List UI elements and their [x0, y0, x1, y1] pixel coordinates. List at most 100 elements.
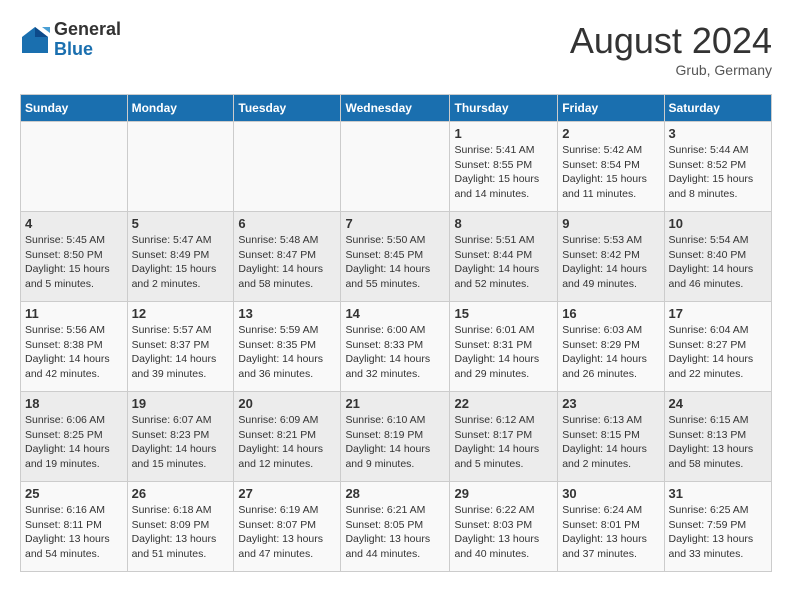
weekday-header-thursday: Thursday: [450, 95, 558, 122]
calendar-cell: 10 Sunrise: 5:54 AM Sunset: 8:40 PM Dayli…: [664, 212, 771, 302]
calendar-cell: 30 Sunrise: 6:24 AM Sunset: 8:01 PM Dayli…: [558, 482, 664, 572]
day-number: 30: [562, 486, 659, 501]
calendar-cell: 23 Sunrise: 6:13 AM Sunset: 8:15 PM Dayli…: [558, 392, 664, 482]
logo-text: General Blue: [54, 20, 121, 60]
day-number: 23: [562, 396, 659, 411]
day-detail: Sunrise: 6:24 AM Sunset: 8:01 PM Dayligh…: [562, 503, 659, 562]
day-detail: Sunrise: 6:12 AM Sunset: 8:17 PM Dayligh…: [454, 413, 553, 472]
day-detail: Sunrise: 6:03 AM Sunset: 8:29 PM Dayligh…: [562, 323, 659, 382]
day-detail: Sunrise: 6:07 AM Sunset: 8:23 PM Dayligh…: [132, 413, 230, 472]
day-number: 21: [345, 396, 445, 411]
day-number: 16: [562, 306, 659, 321]
day-detail: Sunrise: 5:50 AM Sunset: 8:45 PM Dayligh…: [345, 233, 445, 292]
day-detail: Sunrise: 6:19 AM Sunset: 8:07 PM Dayligh…: [238, 503, 336, 562]
weekday-header-monday: Monday: [127, 95, 234, 122]
day-number: 3: [669, 126, 767, 141]
logo-blue-text: Blue: [54, 40, 121, 60]
day-detail: Sunrise: 6:04 AM Sunset: 8:27 PM Dayligh…: [669, 323, 767, 382]
month-year-title: August 2024: [570, 20, 772, 62]
calendar-cell: 25Sunrise: 6:16 AM Sunset: 8:11 PM Dayli…: [21, 482, 128, 572]
day-detail: Sunrise: 6:09 AM Sunset: 8:21 PM Dayligh…: [238, 413, 336, 472]
calendar-week-row: 25Sunrise: 6:16 AM Sunset: 8:11 PM Dayli…: [21, 482, 772, 572]
page-header: General Blue August 2024 Grub, Germany: [20, 20, 772, 78]
calendar-cell: 12Sunrise: 5:57 AM Sunset: 8:37 PM Dayli…: [127, 302, 234, 392]
calendar-cell: [234, 122, 341, 212]
day-detail: Sunrise: 6:00 AM Sunset: 8:33 PM Dayligh…: [345, 323, 445, 382]
day-detail: Sunrise: 6:25 AM Sunset: 7:59 PM Dayligh…: [669, 503, 767, 562]
day-number: 17: [669, 306, 767, 321]
calendar-cell: 9 Sunrise: 5:53 AM Sunset: 8:42 PM Daylig…: [558, 212, 664, 302]
calendar-cell: 15 Sunrise: 6:01 AM Sunset: 8:31 PM Dayli…: [450, 302, 558, 392]
weekday-header-wednesday: Wednesday: [341, 95, 450, 122]
title-block: August 2024 Grub, Germany: [570, 20, 772, 78]
day-number: 10: [669, 216, 767, 231]
day-number: 28: [345, 486, 445, 501]
calendar-cell: [341, 122, 450, 212]
day-number: 19: [132, 396, 230, 411]
day-detail: Sunrise: 6:06 AM Sunset: 8:25 PM Dayligh…: [25, 413, 123, 472]
calendar-cell: 13Sunrise: 5:59 AM Sunset: 8:35 PM Dayli…: [234, 302, 341, 392]
day-number: 15: [454, 306, 553, 321]
calendar-cell: 5Sunrise: 5:47 AM Sunset: 8:49 PM Daylig…: [127, 212, 234, 302]
day-detail: Sunrise: 5:54 AM Sunset: 8:40 PM Dayligh…: [669, 233, 767, 292]
day-detail: Sunrise: 6:10 AM Sunset: 8:19 PM Dayligh…: [345, 413, 445, 472]
day-detail: Sunrise: 5:45 AM Sunset: 8:50 PM Dayligh…: [25, 233, 123, 292]
day-number: 22: [454, 396, 553, 411]
calendar-table: SundayMondayTuesdayWednesdayThursdayFrid…: [20, 94, 772, 572]
calendar-cell: 7 Sunrise: 5:50 AM Sunset: 8:45 PM Daylig…: [341, 212, 450, 302]
calendar-cell: 4 Sunrise: 5:45 AM Sunset: 8:50 PM Daylig…: [21, 212, 128, 302]
calendar-cell: 27 Sunrise: 6:19 AM Sunset: 8:07 PM Dayli…: [234, 482, 341, 572]
day-detail: Sunrise: 6:01 AM Sunset: 8:31 PM Dayligh…: [454, 323, 553, 382]
calendar-cell: 8Sunrise: 5:51 AM Sunset: 8:44 PM Daylig…: [450, 212, 558, 302]
day-detail: Sunrise: 6:18 AM Sunset: 8:09 PM Dayligh…: [132, 503, 230, 562]
day-detail: Sunrise: 5:56 AM Sunset: 8:38 PM Dayligh…: [25, 323, 123, 382]
day-detail: Sunrise: 5:53 AM Sunset: 8:42 PM Dayligh…: [562, 233, 659, 292]
day-number: 8: [454, 216, 553, 231]
calendar-cell: [21, 122, 128, 212]
day-number: 24: [669, 396, 767, 411]
day-number: 26: [132, 486, 230, 501]
calendar-header-row: SundayMondayTuesdayWednesdayThursdayFrid…: [21, 95, 772, 122]
day-detail: Sunrise: 6:22 AM Sunset: 8:03 PM Dayligh…: [454, 503, 553, 562]
calendar-cell: 21 Sunrise: 6:10 AM Sunset: 8:19 PM Dayli…: [341, 392, 450, 482]
calendar-cell: 1 Sunrise: 5:41 AM Sunset: 8:55 PM Daylig…: [450, 122, 558, 212]
day-detail: Sunrise: 5:42 AM Sunset: 8:54 PM Dayligh…: [562, 143, 659, 202]
weekday-header-saturday: Saturday: [664, 95, 771, 122]
day-detail: Sunrise: 6:13 AM Sunset: 8:15 PM Dayligh…: [562, 413, 659, 472]
day-number: 25: [25, 486, 123, 501]
day-number: 2: [562, 126, 659, 141]
calendar-cell: 24 Sunrise: 6:15 AM Sunset: 8:13 PM Dayli…: [664, 392, 771, 482]
calendar-cell: 29 Sunrise: 6:22 AM Sunset: 8:03 PM Dayli…: [450, 482, 558, 572]
calendar-cell: 17 Sunrise: 6:04 AM Sunset: 8:27 PM Dayli…: [664, 302, 771, 392]
logo-icon: [20, 25, 50, 55]
day-number: 1: [454, 126, 553, 141]
calendar-week-row: 11 Sunrise: 5:56 AM Sunset: 8:38 PM Dayli…: [21, 302, 772, 392]
day-detail: Sunrise: 6:15 AM Sunset: 8:13 PM Dayligh…: [669, 413, 767, 472]
day-detail: Sunrise: 6:21 AM Sunset: 8:05 PM Dayligh…: [345, 503, 445, 562]
calendar-week-row: 18 Sunrise: 6:06 AM Sunset: 8:25 PM Dayli…: [21, 392, 772, 482]
day-number: 27: [238, 486, 336, 501]
day-detail: Sunrise: 5:41 AM Sunset: 8:55 PM Dayligh…: [454, 143, 553, 202]
day-detail: Sunrise: 5:44 AM Sunset: 8:52 PM Dayligh…: [669, 143, 767, 202]
calendar-cell: 2 Sunrise: 5:42 AM Sunset: 8:54 PM Daylig…: [558, 122, 664, 212]
day-detail: Sunrise: 5:59 AM Sunset: 8:35 PM Dayligh…: [238, 323, 336, 382]
day-number: 29: [454, 486, 553, 501]
weekday-header-sunday: Sunday: [21, 95, 128, 122]
calendar-cell: [127, 122, 234, 212]
logo: General Blue: [20, 20, 121, 60]
day-number: 11: [25, 306, 123, 321]
calendar-cell: 11 Sunrise: 5:56 AM Sunset: 8:38 PM Dayli…: [21, 302, 128, 392]
calendar-cell: 6Sunrise: 5:48 AM Sunset: 8:47 PM Daylig…: [234, 212, 341, 302]
day-detail: Sunrise: 5:57 AM Sunset: 8:37 PM Dayligh…: [132, 323, 230, 382]
day-number: 7: [345, 216, 445, 231]
day-number: 18: [25, 396, 123, 411]
weekday-header-tuesday: Tuesday: [234, 95, 341, 122]
day-number: 9: [562, 216, 659, 231]
calendar-cell: 20Sunrise: 6:09 AM Sunset: 8:21 PM Dayli…: [234, 392, 341, 482]
day-number: 4: [25, 216, 123, 231]
location-subtitle: Grub, Germany: [570, 62, 772, 78]
calendar-cell: 18 Sunrise: 6:06 AM Sunset: 8:25 PM Dayli…: [21, 392, 128, 482]
calendar-cell: 31Sunrise: 6:25 AM Sunset: 7:59 PM Dayli…: [664, 482, 771, 572]
day-number: 6: [238, 216, 336, 231]
day-detail: Sunrise: 5:47 AM Sunset: 8:49 PM Dayligh…: [132, 233, 230, 292]
